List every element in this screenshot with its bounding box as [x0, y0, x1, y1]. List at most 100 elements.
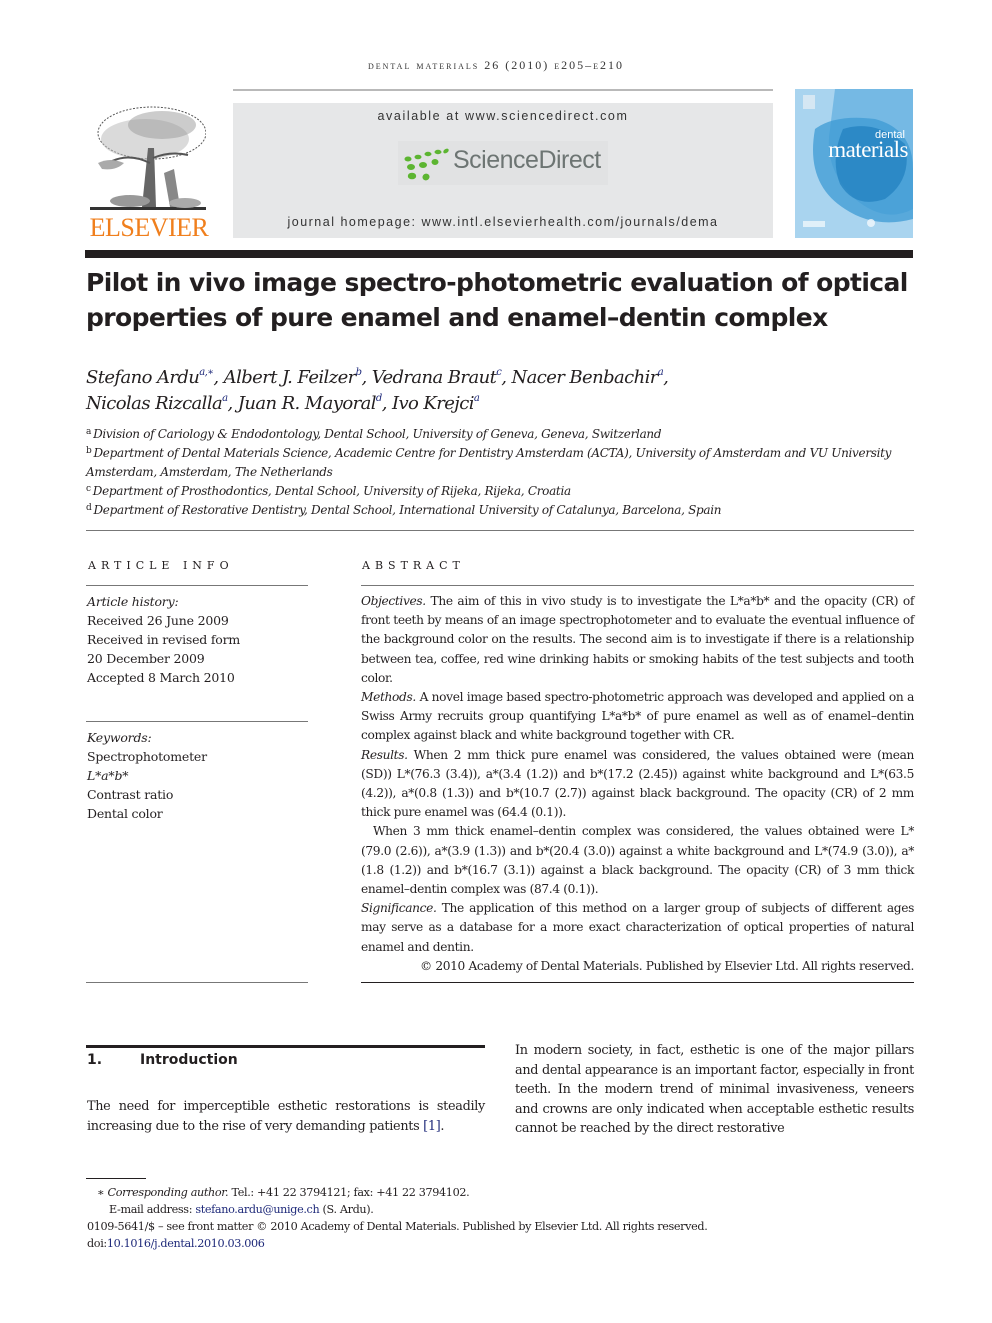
doi-note: doi:10.1016/j.dental.2010.03.006 [87, 1235, 917, 1252]
affiliation-key: d [86, 503, 92, 513]
article-title: Pilot in vivo image spectro-photometric … [86, 265, 916, 335]
results-label: Results. [361, 747, 408, 762]
author-name: Vedrana Braut [371, 367, 497, 388]
author[interactable]: Stefano Ardua,∗ [86, 367, 214, 388]
cover-title-materials: materials [828, 137, 908, 162]
author-sep: , [381, 393, 392, 414]
section-heading-introduction: 1. Introduction [87, 1052, 238, 1068]
email-link[interactable]: stefano.ardu@unige.ch [195, 1203, 319, 1216]
article-history: Article history: Received 26 June 2009 R… [87, 592, 312, 687]
affiliation-key: b [86, 446, 92, 456]
sciencedirect-logo[interactable]: ScienceDirect [398, 141, 608, 185]
author-affil-sup[interactable]: a [474, 393, 480, 404]
article-info-heading: ARTICLE INFO [88, 559, 234, 572]
abstract-heading: ABSTRACT [362, 559, 465, 572]
section-title: Introduction [140, 1052, 238, 1068]
article-history-label: Article history: [87, 594, 179, 609]
author-name: Juan R. Mayoral [237, 393, 377, 414]
history-item: Accepted 8 March 2010 [87, 670, 235, 685]
journal-homepage-link[interactable]: journal homepage: www.intl.elsevierhealt… [233, 215, 773, 229]
sciencedirect-wordmark: ScienceDirect [453, 146, 601, 174]
author[interactable]: Ivo Krejcia [391, 393, 480, 414]
history-item: 20 December 2009 [87, 651, 205, 666]
introduction-paragraph-right: In modern society, in fact, esthetic is … [515, 1043, 914, 1136]
running-head: dental materials 26 (2010) e205–e210 [367, 58, 624, 72]
keyword: L*a*b* [87, 768, 129, 783]
doi-label: doi: [87, 1237, 107, 1250]
cover-art-icon [795, 89, 913, 238]
available-at-link[interactable]: available at www.sciencedirect.com [233, 109, 773, 123]
abstract-rule [361, 585, 914, 586]
title-line-2: properties of pure enamel and enamel–den… [86, 303, 828, 332]
masthead-thick-rule [85, 250, 913, 258]
author-name: Albert J. Feilzer [223, 367, 357, 388]
article-info-rule [86, 982, 308, 983]
email-note: E-mail address: stefano.ardu@unige.ch (S… [87, 1201, 917, 1218]
affiliation-list: a Division of Cariology & Endodontology, … [86, 425, 916, 520]
significance-text: The application of this method on a larg… [361, 901, 914, 954]
author-name: Nicolas Rizcalla [86, 393, 223, 414]
abstract-body: Objectives. The aim of this in vivo stud… [361, 592, 914, 976]
contact-text: Tel.: +41 22 3794121; fax: +41 22 379410… [228, 1186, 470, 1199]
sciencedirect-banner: available at www.sciencedirect.com Scien… [233, 103, 773, 238]
methods-text: A novel image based spectro-photometric … [361, 690, 914, 743]
affiliation-key: c [86, 484, 91, 494]
author-sep: , [213, 367, 224, 388]
abstract-methods: Methods. A novel image based spectro-pho… [361, 688, 914, 746]
title-line-1: Pilot in vivo image spectro-photometric … [86, 268, 908, 297]
article-info-rule [86, 585, 308, 586]
significance-label: Significance. [361, 901, 437, 916]
elsevier-tree-icon [90, 106, 206, 210]
corresponding-author-note: ∗ Corresponding author. Tel.: +41 22 379… [87, 1184, 917, 1201]
keyword: Spectrophotometer [87, 749, 207, 764]
history-item: Received in revised form [87, 632, 241, 647]
abstract-copyright: © 2010 Academy of Dental Materials. Publ… [419, 958, 914, 973]
author-name: Ivo Krejci [391, 393, 475, 414]
affiliation-text: Division of Cariology & Endodontology, D… [93, 427, 662, 441]
section-rule [86, 1045, 485, 1048]
author-sep: , [501, 367, 512, 388]
corresponding-label: Corresponding author. [107, 1186, 229, 1199]
author[interactable]: Albert J. Feilzerb [224, 367, 362, 388]
footnote-rule [86, 1178, 146, 1179]
elsevier-logo[interactable]: ELSEVIER [86, 103, 212, 242]
author-sep: , [663, 367, 669, 388]
author[interactable]: Vedrana Brautc [372, 367, 502, 388]
affiliation-text: Department of Dental Materials Science, … [86, 446, 892, 479]
article-info-rule [86, 721, 308, 722]
elsevier-wordmark: ELSEVIER [89, 213, 209, 242]
author[interactable]: Nacer Benbachira [511, 367, 663, 388]
author-sep: , [227, 393, 238, 414]
abstract-significance: Significance. The application of this me… [361, 899, 914, 957]
author-affil-sup[interactable]: a,∗ [199, 367, 214, 378]
affiliation: d Department of Restorative Dentistry, De… [86, 501, 916, 520]
keywords: Keywords: Spectrophotometer L*a*b* Contr… [87, 728, 312, 823]
affiliation: a Division of Cariology & Endodontology, … [86, 425, 916, 444]
introduction-paragraph-left: The need for imperceptible esthetic rest… [87, 1097, 485, 1136]
results-text: When 2 mm thick pure enamel was consider… [361, 747, 914, 820]
abstract-objectives: Objectives. The aim of this in vivo stud… [361, 592, 914, 688]
footnotes: ∗ Corresponding author. Tel.: +41 22 379… [87, 1184, 917, 1252]
email-label: E-mail address: [109, 1203, 196, 1216]
history-item: Received 26 June 2009 [87, 613, 229, 628]
abstract-results-2: When 3 mm thick enamel–dentin complex wa… [361, 824, 914, 897]
methods-label: Methods. [361, 690, 416, 705]
abstract-end-rule [361, 982, 914, 983]
affiliation-text: Department of Prosthodontics, Dental Sch… [92, 484, 571, 498]
objectives-text: The aim of this in vivo study is to inve… [361, 594, 914, 685]
section-number: 1. [87, 1052, 103, 1068]
abstract-results: Results. When 2 mm thick pure enamel was… [361, 746, 914, 823]
keyword: Dental color [87, 806, 163, 821]
author-sep: , [361, 367, 372, 388]
front-matter-note: 0109-5641/$ – see front matter © 2010 Ac… [87, 1220, 708, 1233]
author[interactable]: Nicolas Rizcallaa [86, 393, 228, 414]
objectives-label: Objectives. [361, 594, 426, 608]
author[interactable]: Juan R. Mayorald [237, 393, 383, 414]
footnote-marker: ∗ [97, 1186, 105, 1199]
affiliation: b Department of Dental Materials Science,… [86, 444, 916, 482]
journal-cover[interactable]: dental materials [795, 89, 913, 238]
affiliation: c Department of Prosthodontics, Dental Sc… [86, 482, 916, 501]
affiliation-text: Department of Restorative Dentistry, Den… [93, 503, 722, 517]
reference-link[interactable]: [1] [423, 1119, 441, 1134]
doi-link[interactable]: 10.1016/j.dental.2010.03.006 [107, 1237, 265, 1250]
